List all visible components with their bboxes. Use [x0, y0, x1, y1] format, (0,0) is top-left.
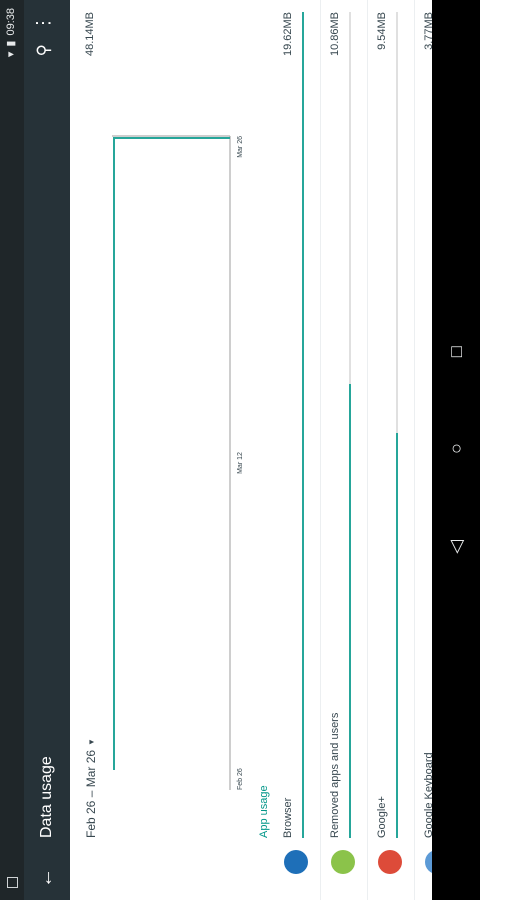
- android-icon: [331, 850, 355, 874]
- google-plus-icon: [378, 850, 402, 874]
- app-row[interactable]: Google+ 9.54MB: [368, 0, 415, 900]
- status-icons: ▾ ▮ 09:38: [4, 8, 18, 58]
- app-name: Google+: [376, 796, 388, 838]
- usage-bar-fill: [396, 433, 398, 838]
- chevron-down-icon: ▼: [86, 738, 96, 746]
- app-name: Browser: [282, 797, 294, 838]
- screen: ▾ ▮ 09:38 ← Data usage ⚲ ⋮ Feb 26 – Mar …: [0, 0, 480, 900]
- usage-chart: Feb 26 Mar 12 Mar 26: [112, 135, 244, 790]
- app-name: Removed apps and users: [329, 712, 341, 838]
- usage-bar-fill: [349, 383, 351, 838]
- search-icon[interactable]: ⚲: [34, 44, 54, 56]
- nav-recents-button[interactable]: □: [446, 346, 467, 357]
- usage-bar: [302, 12, 304, 838]
- globe-icon: [284, 850, 308, 874]
- status-bar: ▾ ▮ 09:38: [0, 0, 24, 900]
- total-usage: 48.14MB: [84, 12, 96, 57]
- status-time: 09:38: [4, 8, 17, 36]
- usage-bar-fill: [302, 12, 304, 838]
- chart-tick-label: Feb 26: [237, 768, 244, 790]
- nav-home-button[interactable]: ○: [446, 443, 467, 454]
- page-title: Data usage: [38, 756, 55, 838]
- app-size: 10.86MB: [329, 12, 341, 57]
- wifi-icon: ▾: [5, 51, 17, 58]
- chart-tick-label: Mar 12: [237, 452, 244, 474]
- date-range-label: Feb 26 – Mar 26: [84, 749, 98, 838]
- more-vert-icon[interactable]: ⋮: [33, 14, 54, 32]
- chart-tick-label: Mar 26: [237, 136, 244, 158]
- notification-icon: [7, 877, 18, 888]
- app-size: 9.54MB: [376, 12, 388, 50]
- battery-icon: ▮: [5, 40, 17, 47]
- usage-bar: [396, 12, 398, 838]
- app-row[interactable]: Browser 19.62MB: [274, 0, 321, 900]
- nav-back-button[interactable]: ◁: [446, 540, 467, 554]
- navigation-bar: ◁ ○ □: [432, 0, 480, 900]
- app-usage-heading: App usage: [258, 785, 270, 838]
- date-range-selector[interactable]: Feb 26 – Mar 26 ▼: [84, 738, 98, 838]
- app-row[interactable]: Removed apps and users 10.86MB: [321, 0, 368, 900]
- back-arrow-icon[interactable]: ←: [35, 868, 58, 888]
- app-bar: ← Data usage ⚲ ⋮: [24, 0, 70, 900]
- app-size: 19.62MB: [282, 12, 294, 57]
- usage-series-line: [113, 137, 230, 770]
- usage-bar: [349, 12, 351, 838]
